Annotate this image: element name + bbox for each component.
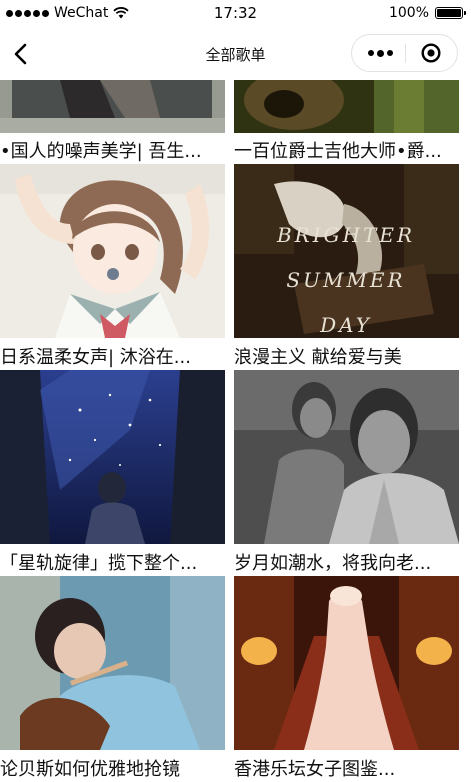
playlist-cover[interactable] — [0, 164, 225, 338]
cover-text-day: DAY — [319, 313, 372, 337]
cover-text-brighter: BRIGHTER — [276, 223, 415, 247]
playlist-cover[interactable] — [0, 80, 225, 133]
playlist-title[interactable]: 「星轨旋律」揽下整个... — [0, 553, 228, 575]
playlist-title[interactable]: 论贝斯如何优雅地抢镜 — [0, 759, 228, 781]
battery-info: 100% — [388, 5, 466, 21]
playlist-title[interactable]: 日系温柔女声| 沐浴在... — [0, 347, 228, 369]
playlist-grid: •国人的噪声美学| 吾生... 一百位爵士吉他大师•爵... 日系温柔女声| 沐… — [0, 80, 471, 782]
playlist-title[interactable]: •国人的噪声美学| 吾生... — [0, 141, 228, 163]
playlist-cover[interactable] — [0, 576, 225, 750]
playlist-title[interactable]: 一百位爵士吉他大师•爵... — [234, 141, 462, 163]
close-target-icon[interactable] — [421, 43, 441, 63]
playlist-cover[interactable]: BRIGHTER SUMMER DAY — [234, 164, 459, 338]
playlist-cover[interactable] — [234, 576, 459, 750]
mini-program-capsule — [351, 34, 458, 72]
battery-icon — [435, 7, 466, 19]
playlist-cover[interactable] — [234, 370, 459, 544]
battery-percent: 100% — [388, 5, 429, 21]
battery-level — [437, 9, 461, 17]
navigation-bar: 全部歌单 — [0, 28, 471, 80]
playlist-title[interactable]: 浪漫主义 献给爱与美 — [234, 347, 462, 369]
capsule-divider — [405, 44, 406, 63]
playlist-cover[interactable] — [234, 80, 459, 133]
playlist-title[interactable]: 岁月如潮水，将我向老... — [234, 553, 462, 575]
more-icon[interactable] — [368, 45, 398, 61]
status-bar: WeChat 17:32 100% — [0, 0, 471, 28]
playlist-cover[interactable] — [0, 370, 225, 544]
playlist-title[interactable]: 香港乐坛女子图鉴... — [234, 759, 462, 781]
cover-text-summer: SUMMER — [286, 268, 405, 292]
